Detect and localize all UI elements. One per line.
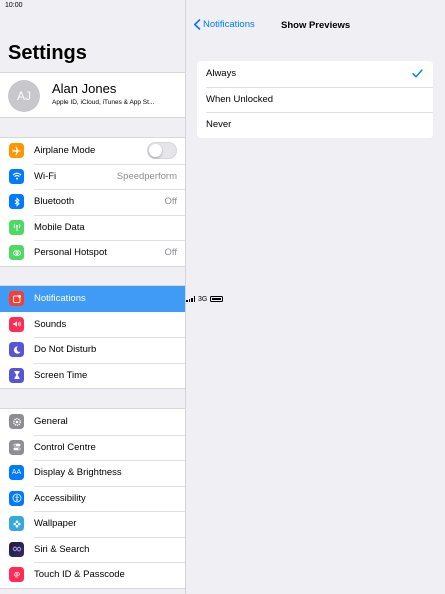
- sidebar-item-touch-id-passcode[interactable]: Touch ID & Passcode: [0, 562, 185, 588]
- sidebar-item-general[interactable]: General: [0, 409, 185, 435]
- sidebar-item-label: Wallpaper: [34, 518, 77, 530]
- avatar: AJ: [8, 80, 40, 112]
- page-title: Show Previews: [281, 20, 351, 31]
- sidebar-item-label: Touch ID & Passcode: [34, 569, 125, 581]
- sidebar-item-label: Notifications: [34, 293, 86, 305]
- sidebar-item-label: Screen Time: [34, 369, 88, 381]
- sidebar-item-label: Accessibility: [34, 492, 86, 504]
- hotspot-icon: [9, 245, 24, 261]
- sidebar-item-label: Wi-Fi: [34, 170, 57, 182]
- profile-name: Alan Jones: [52, 81, 117, 96]
- option-label: When Unlocked: [206, 93, 274, 105]
- detail-pane: Notifications Show Previews Always When …: [186, 0, 445, 594]
- profile-subtitle: Apple ID, iCloud, iTunes & App St...: [52, 99, 155, 106]
- speaker-icon: [9, 316, 24, 332]
- sidebar-item-do-not-disturb[interactable]: Do Not Disturb: [0, 337, 185, 363]
- sidebar-item-control-centre[interactable]: Control Centre: [0, 434, 185, 461]
- sidebar-item-label: Sounds: [34, 318, 67, 330]
- notifications-group: Notifications Sounds Do Not Disturb Scre…: [0, 285, 185, 389]
- option-never[interactable]: Never: [197, 112, 433, 138]
- switches-icon: [9, 439, 24, 455]
- general-group: General Control Centre AA Display & Brig…: [0, 408, 185, 589]
- sidebar-item-screen-time[interactable]: Screen Time: [0, 362, 185, 389]
- chevron-left-icon: [194, 19, 201, 30]
- siri-icon: [9, 541, 24, 557]
- airplane-mode-toggle[interactable]: [147, 142, 177, 160]
- sidebar-item-siri-search[interactable]: Siri & Search: [0, 536, 185, 563]
- checkmark-icon: [412, 69, 423, 78]
- sidebar-item-label: Display & Brightness: [34, 467, 122, 479]
- sidebar-item-wallpaper[interactable]: Wallpaper: [0, 511, 185, 537]
- accessibility-icon: [9, 490, 24, 506]
- sidebar-item-notifications[interactable]: Notifications: [0, 286, 185, 312]
- connectivity-group: Airplane Mode Wi-Fi Speedperform Bluetoo…: [0, 137, 185, 267]
- sidebar-item-accessibility[interactable]: Accessibility: [0, 485, 185, 512]
- sidebar-item-sounds[interactable]: Sounds: [0, 312, 185, 338]
- wifi-network-value: Speedperform: [116, 170, 177, 182]
- sidebar-item-airplane-mode[interactable]: Airplane Mode: [0, 138, 185, 164]
- gear-icon: [9, 414, 24, 430]
- notifications-icon: [9, 291, 24, 307]
- bluetooth-status-value: Off: [164, 196, 178, 208]
- hotspot-status-value: Off: [164, 247, 178, 259]
- flower-icon: [9, 516, 24, 532]
- sidebar-item-label: Personal Hotspot: [34, 247, 107, 259]
- sidebar-item-label: Control Centre: [34, 441, 96, 453]
- sidebar-item-mobile-data[interactable]: Mobile Data: [0, 214, 185, 241]
- sidebar-item-bluetooth[interactable]: Bluetooth Off: [0, 189, 185, 215]
- preview-options-list: Always When Unlocked Never: [197, 61, 433, 138]
- moon-icon: [9, 342, 24, 358]
- detail-navbar: Notifications Show Previews: [186, 12, 445, 40]
- sidebar-item-label: Bluetooth: [34, 196, 75, 208]
- sidebar-item-label: General: [34, 416, 68, 428]
- wifi-icon: [9, 168, 24, 184]
- sidebar-item-display-brightness[interactable]: AA Display & Brightness: [0, 460, 185, 486]
- sidebar-item-wifi[interactable]: Wi-Fi Speedperform: [0, 163, 185, 190]
- option-always[interactable]: Always: [197, 61, 433, 87]
- sidebar-title: Settings: [8, 42, 87, 64]
- sidebar-item-label: Do Not Disturb: [34, 344, 97, 356]
- sidebar-item-label: Airplane Mode: [34, 145, 96, 157]
- back-button-label: Notifications: [203, 19, 255, 30]
- hourglass-icon: [9, 367, 24, 383]
- apple-id-profile[interactable]: AJ Alan Jones Apple ID, iCloud, iTunes &…: [0, 72, 185, 118]
- sidebar-item-label: Mobile Data: [34, 221, 85, 233]
- settings-sidebar: Settings AJ Alan Jones Apple ID, iCloud,…: [0, 0, 185, 594]
- option-label: Never: [206, 119, 232, 131]
- fingerprint-icon: [9, 567, 24, 583]
- sidebar-item-personal-hotspot[interactable]: Personal Hotspot Off: [0, 240, 185, 266]
- back-button[interactable]: Notifications: [193, 19, 255, 30]
- antenna-icon: [9, 219, 24, 235]
- bluetooth-icon: [9, 194, 24, 210]
- option-when-unlocked[interactable]: When Unlocked: [197, 86, 433, 113]
- display-icon: AA: [9, 465, 24, 481]
- sidebar-item-label: Siri & Search: [34, 543, 90, 555]
- option-label: Always: [206, 68, 237, 80]
- airplane-icon: [9, 143, 24, 159]
